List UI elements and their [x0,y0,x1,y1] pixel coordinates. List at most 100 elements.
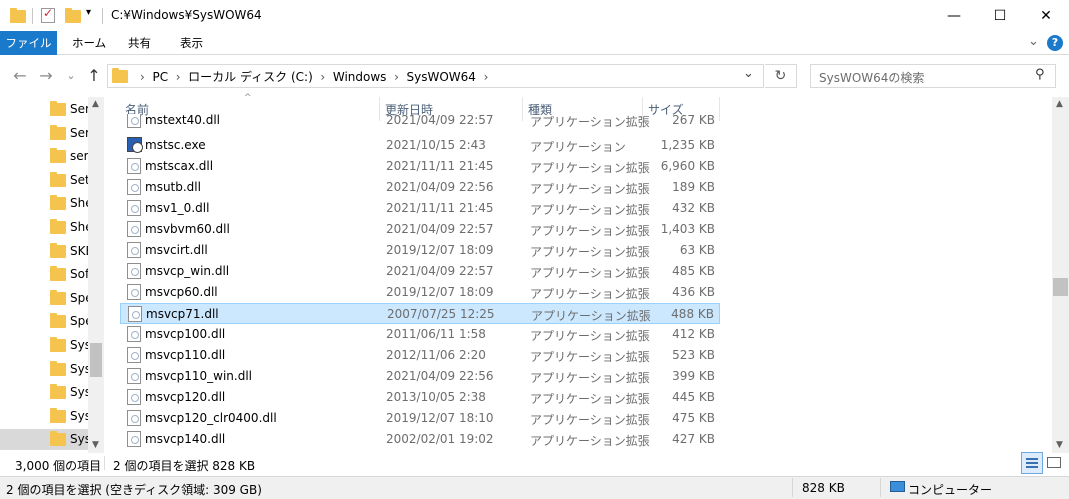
file-row[interactable]: msvcp71.dll 2007/07/25 12:25 アプリケーション拡張 488… [120,303,720,324]
breadcrumb-separator: › [175,70,181,84]
large-icons-view-button[interactable] [1044,452,1066,474]
back-button[interactable]: ← [10,65,30,87]
file-date: 2013/10/05 2:38 [386,390,486,404]
file-list-scrollbar[interactable] [1052,97,1069,453]
new-folder-icon[interactable] [65,8,81,23]
dll-file-icon [127,242,141,258]
file-row[interactable]: msvcp140.dll 2002/02/01 19:02 アプリケーション拡張 42… [120,429,720,450]
nav-folder-item[interactable]: serv [0,146,96,167]
dll-file-icon [127,347,141,363]
file-type: アプリケーション拡張 [530,224,650,238]
file-row[interactable]: msvcirt.dll 2019/12/07 18:09 アプリケーション拡張 63 … [120,240,720,261]
search-icon[interactable]: ⚲ [1035,67,1045,82]
folder-icon [112,68,128,83]
file-row[interactable]: msvcp110.dll 2012/11/06 2:20 アプリケーション拡張 523… [120,345,720,366]
nav-scroll-thumb[interactable] [90,343,102,377]
divider [104,456,105,470]
file-type: アプリケーション拡張 [530,371,650,385]
refresh-button[interactable]: ↻ [765,64,797,88]
file-row[interactable]: msvcp100.dll 2011/06/11 1:58 アプリケーション拡張 412… [120,324,720,345]
file-row[interactable]: msutb.dll 2021/04/09 22:56 アプリケーション拡張 189 K… [120,177,720,198]
nav-folder-item[interactable]: Sys [0,359,91,380]
nav-folder-item[interactable]: Ser [0,99,90,120]
help-icon[interactable]: ? [1047,35,1063,51]
nav-folder-item[interactable]: SKB [0,241,94,262]
address-dropdown-icon[interactable]: ⌄ [743,66,754,81]
file-type: アプリケーション拡張 [530,115,650,129]
nav-folder-item[interactable]: Sys [0,429,91,451]
file-row[interactable]: msvcp_win.dll 2021/04/09 22:57 アプリケーション拡張 4… [120,261,720,282]
properties-icon[interactable]: ✓ [41,6,55,23]
nav-folder-item[interactable]: Spe [0,288,93,309]
nav-folder-item[interactable]: Sys [0,335,91,356]
up-button[interactable]: ↑ [84,65,104,87]
file-row[interactable]: mstext40.dll 2021/04/09 22:57 アプリケーション拡張 26… [120,114,720,131]
nav-folder-item[interactable]: Spe [0,311,93,332]
item-count: 3,000 個の項目 [15,459,102,473]
nav-folder-item[interactable]: Set [0,170,90,191]
file-type: アプリケーション拡張 [530,203,650,217]
file-row[interactable]: msvcp110_win.dll 2021/04/09 22:56 アプリケーション… [120,366,720,387]
file-date: 2021/04/09 22:57 [386,114,494,127]
scroll-up-icon[interactable]: ▲ [1056,99,1063,109]
file-type: アプリケーション拡張 [530,182,650,196]
scroll-thumb[interactable] [1053,278,1068,296]
breadcrumb-separator: › [140,70,145,84]
maximize-button[interactable]: ☐ [977,0,1023,31]
file-type: アプリケーション拡張 [530,161,650,175]
file-name: msvcp140.dll [145,432,226,446]
nav-scroll-down-icon[interactable]: ▼ [92,440,99,450]
breadcrumb-syswow64[interactable]: SysWOW64 [407,70,476,84]
nav-folder-item[interactable]: Ser [0,123,90,144]
tab-share[interactable]: 共有 [116,31,163,55]
nav-folder-item[interactable]: She [0,193,93,214]
tab-file[interactable]: ファイル [0,31,57,55]
file-row[interactable]: msvcp120.dll 2013/10/05 2:38 アプリケーション拡張 445… [120,387,720,408]
dll-file-icon [127,389,141,405]
file-date: 2019/12/07 18:09 [386,285,494,299]
scroll-down-icon[interactable]: ▼ [1056,440,1063,450]
folder-icon [50,219,66,234]
folder-icon [50,384,66,400]
details-view-button[interactable] [1021,452,1043,474]
file-size: 63 KB [679,243,715,257]
nav-scroll-up-icon[interactable]: ▲ [92,99,99,109]
file-date: 2019/12/07 18:10 [386,411,494,425]
file-row[interactable]: msv1_0.dll 2021/11/11 21:45 アプリケーション拡張 432 … [120,198,720,219]
folder-icon [50,242,66,258]
ribbon-expand-icon[interactable]: ⌄ [1028,34,1039,49]
nav-folder-item[interactable]: Sys [0,382,91,403]
file-date: 2002/02/01 19:02 [386,432,494,446]
tab-view[interactable]: 表示 [168,31,215,55]
file-size: 445 KB [672,390,715,404]
disk-space-info: 2 個の項目を選択 (空きディスク領域: 309 GB) [6,483,262,497]
forward-button[interactable]: → [36,65,56,87]
file-size: 267 KB [672,114,715,127]
file-name: msvcirt.dll [145,243,208,257]
file-row[interactable]: msvcp120_clr0400.dll 2019/12/07 18:10 アプリケ… [120,408,720,429]
nav-folder-item[interactable]: Sof [0,264,89,285]
close-button[interactable]: ✕ [1023,0,1069,31]
file-size: 1,403 KB [660,222,715,236]
breadcrumb-windows[interactable]: Windows [333,70,387,84]
tab-home[interactable]: ホーム [60,31,118,55]
file-name: msvcp110_win.dll [145,369,253,383]
file-row[interactable]: mstsc.exe 2021/10/15 2:43 アプリケーション 1,235 KB [120,135,720,156]
nav-folder-item[interactable]: She [0,217,93,238]
recent-locations-button[interactable]: ⌄ [64,65,78,87]
breadcrumb-local-disk[interactable]: ローカル ディスク (C:) [188,70,313,84]
breadcrumb-pc[interactable]: PC [152,70,168,84]
folder-icon [50,407,66,423]
divider [102,8,103,24]
breadcrumb: › PC › ローカル ディスク (C:) › Windows › SysWOW… [140,68,488,85]
file-name: msvcp120.dll [145,390,226,404]
file-row[interactable]: msvbvm60.dll 2021/04/09 22:57 アプリケーション拡張 1,… [120,219,720,240]
file-row[interactable]: mstscax.dll 2021/11/11 21:45 アプリケーション拡張 6,9… [120,156,720,177]
quick-access-dropdown-icon[interactable]: ▾ [86,7,91,18]
nav-folder-item[interactable]: Sys [0,406,91,427]
nav-scrollbar[interactable] [88,97,104,453]
nav-folder-label: Set [70,172,90,187]
file-row[interactable]: msvcp60.dll 2019/12/07 18:09 アプリケーション拡張 436… [120,282,720,303]
folder-icon [50,195,66,211]
minimize-button[interactable]: — [931,0,977,31]
